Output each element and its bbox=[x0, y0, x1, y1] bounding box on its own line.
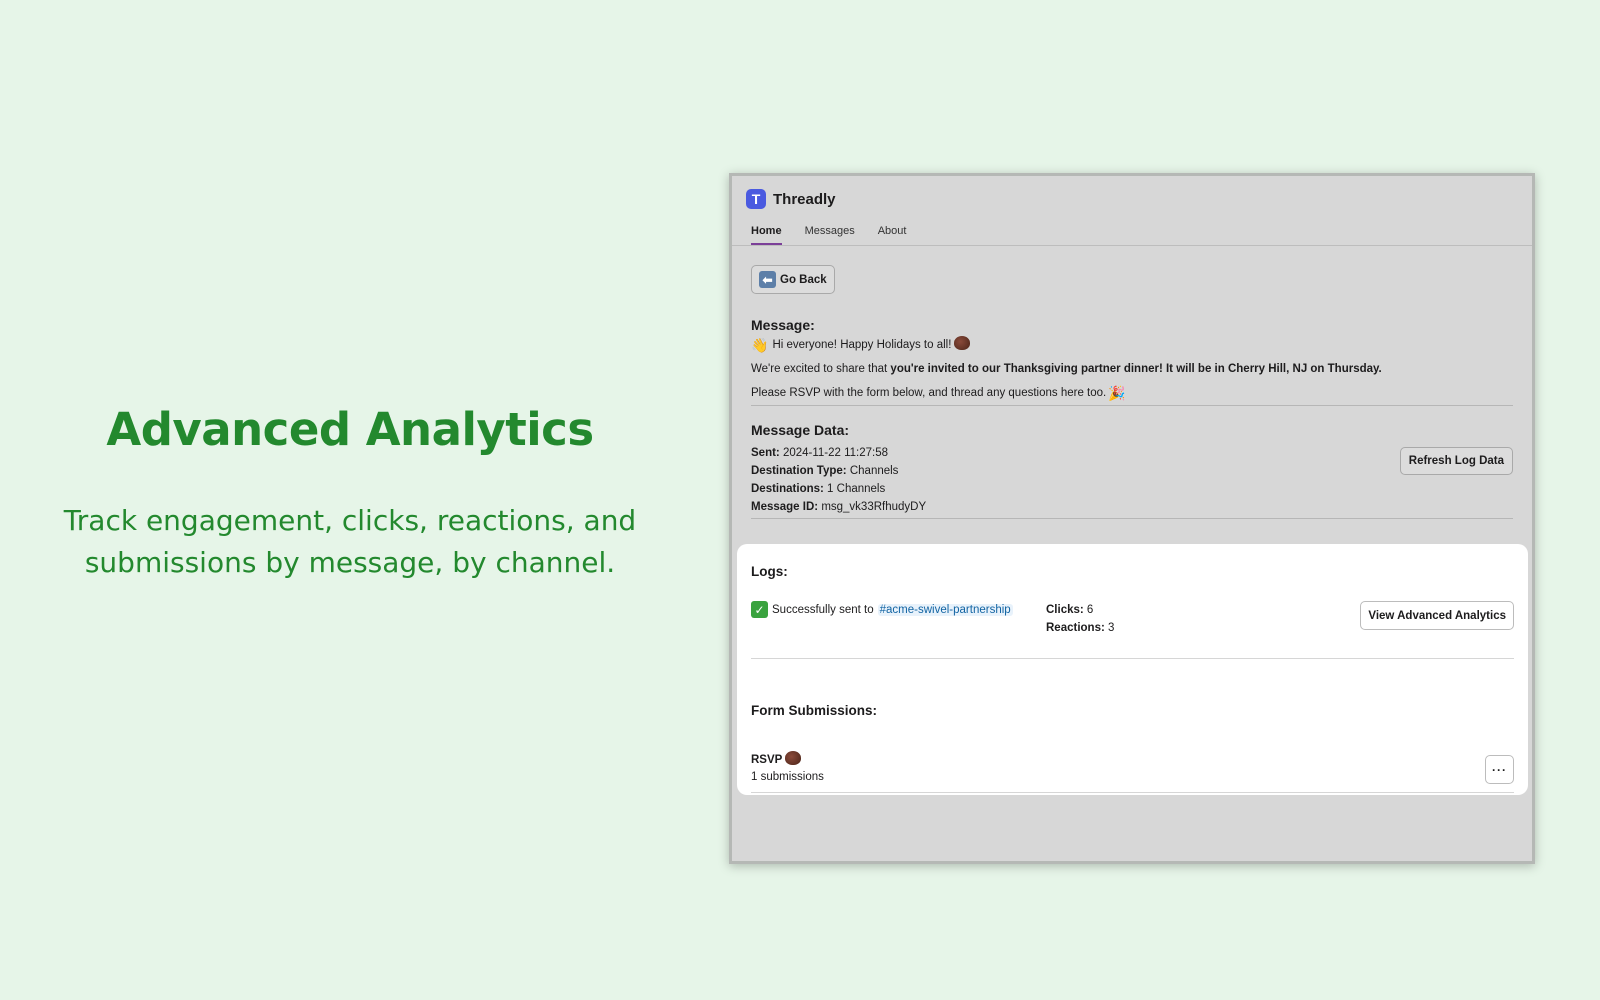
reactions-value: 3 bbox=[1108, 622, 1115, 634]
tab-home[interactable]: Home bbox=[751, 225, 782, 245]
clicks-label: Clicks: bbox=[1046, 604, 1084, 616]
party-popper-icon: 🎉 bbox=[1108, 385, 1126, 401]
tab-about[interactable]: About bbox=[878, 225, 907, 245]
reactions-label: Reactions: bbox=[1046, 622, 1105, 634]
form-submission-count: 1 submissions bbox=[751, 771, 824, 783]
clicks-value: 6 bbox=[1086, 604, 1094, 616]
check-mark-icon: ✓ bbox=[751, 601, 768, 618]
message-line-2: We're excited to share that you're invit… bbox=[751, 357, 1513, 381]
message-data-title: Message Data: bbox=[751, 422, 850, 438]
log-status: ✓ Successfully sent to #acme-swivel-part… bbox=[751, 601, 1013, 618]
hero-subtitle: Track engagement, clicks, reactions, and… bbox=[40, 500, 660, 584]
refresh-log-data-button[interactable]: Refresh Log Data bbox=[1399, 447, 1513, 475]
more-options-button[interactable]: ··· bbox=[1485, 755, 1514, 784]
destination-type-label: Destination Type: bbox=[751, 465, 847, 477]
message-id-row: Message ID: msg_vk33RfhudyDY bbox=[751, 498, 1513, 519]
log-stats: Clicks: 6 Reactions: 3 bbox=[1046, 601, 1114, 637]
message-text: Please RSVP with the form below, and thr… bbox=[751, 387, 1107, 399]
message-bold-text: you're invited to our Thanksgiving partn… bbox=[890, 363, 1382, 375]
log-status-text: Successfully sent to bbox=[772, 603, 874, 616]
message-text: We're excited to share that bbox=[751, 363, 891, 375]
message-data-section: Message Data: Sent: 2024-11-22 11:27:58 … bbox=[751, 406, 1513, 519]
message-title: Message: bbox=[751, 317, 815, 333]
log-row: ✓ Successfully sent to #acme-swivel-part… bbox=[751, 601, 1514, 659]
sent-row: Sent: 2024-11-22 11:27:58 bbox=[751, 444, 1513, 462]
message-greeting: Hi everyone! Happy Holidays to all! bbox=[772, 339, 952, 351]
destinations-value: 1 Channels bbox=[827, 483, 886, 495]
hero: Advanced Analytics Track engagement, cli… bbox=[40, 405, 660, 584]
destinations-row: Destinations: 1 Channels bbox=[751, 480, 1513, 498]
view-advanced-analytics-button[interactable]: View Advanced Analytics bbox=[1360, 601, 1514, 630]
message-line-3: Please RSVP with the form below, and thr… bbox=[751, 381, 1513, 406]
go-back-label: Go Back bbox=[780, 273, 827, 286]
channel-link[interactable]: #acme-swivel-partnership bbox=[877, 603, 1013, 616]
hero-subtitle-line: submissions by message, by channel. bbox=[84, 545, 616, 579]
hero-subtitle-line: Track engagement, clicks, reactions, and bbox=[63, 503, 637, 537]
form-row: RSVP 1 submissions ··· bbox=[751, 751, 1514, 793]
app-logo-icon: T bbox=[746, 189, 766, 209]
app-name: Threadly bbox=[773, 190, 836, 208]
tab-messages[interactable]: Messages bbox=[805, 225, 855, 245]
waving-hand-icon: 👋 bbox=[751, 337, 769, 353]
logs-card: Logs: ✓ Successfully sent to #acme-swive… bbox=[737, 544, 1528, 795]
message-id-label: Message ID: bbox=[751, 501, 819, 513]
clicks-row: Clicks: 6 bbox=[1046, 601, 1114, 619]
go-back-button[interactable]: ⬅ Go Back bbox=[751, 265, 835, 294]
destinations-label: Destinations: bbox=[751, 483, 824, 495]
form-name-text: RSVP bbox=[751, 754, 783, 766]
app-window: T Threadly Home Messages About ⬅ Go Back… bbox=[729, 173, 1535, 864]
form-submissions-title: Form Submissions: bbox=[751, 703, 878, 718]
destination-type-row: Destination Type: Channels bbox=[751, 462, 1513, 480]
turkey-icon bbox=[785, 751, 802, 765]
message-line-1: 👋 Hi everyone! Happy Holidays to all! bbox=[751, 333, 1513, 357]
main-content: ⬅ Go Back Message: 👋 Hi everyone! Happy H… bbox=[732, 246, 1532, 519]
message-id-value: msg_vk33RfhudyDY bbox=[821, 501, 927, 513]
back-arrow-icon: ⬅ bbox=[759, 271, 776, 288]
logs-title: Logs: bbox=[751, 564, 788, 579]
destination-type-value: Channels bbox=[849, 465, 899, 477]
tab-bar: Home Messages About bbox=[732, 214, 1532, 246]
reactions-row: Reactions: 3 bbox=[1046, 619, 1114, 637]
app-header: T Threadly bbox=[732, 176, 1532, 214]
sent-value: 2024-11-22 11:27:58 bbox=[782, 447, 889, 459]
hero-title: Advanced Analytics bbox=[106, 403, 594, 456]
sent-label: Sent: bbox=[751, 447, 780, 459]
turkey-icon bbox=[954, 336, 971, 350]
form-name: RSVP bbox=[751, 751, 1514, 769]
